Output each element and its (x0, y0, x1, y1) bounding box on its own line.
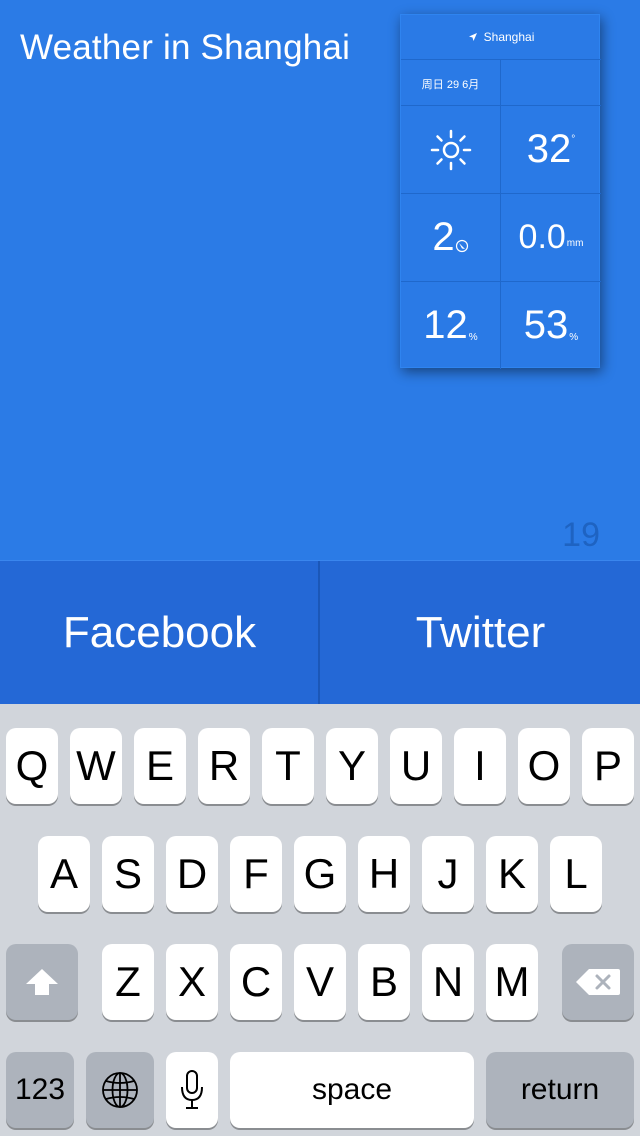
space-key[interactable]: space (230, 1052, 474, 1128)
key-g[interactable]: G (294, 836, 346, 912)
key-a[interactable]: A (38, 836, 90, 912)
return-key[interactable]: return (486, 1052, 634, 1128)
wind-speed-value: 2 (432, 215, 455, 259)
globe-icon (102, 1072, 138, 1108)
key-j[interactable]: J (422, 836, 474, 912)
twitter-button[interactable]: Twitter (321, 561, 640, 705)
key-h[interactable]: H (358, 836, 410, 912)
humidity-cell: 53 % (501, 282, 601, 369)
globe-key[interactable] (86, 1052, 154, 1128)
weather-date: 周日 29 6月 (421, 79, 480, 91)
key-u[interactable]: U (390, 728, 442, 804)
key-m[interactable]: M (486, 944, 538, 1020)
cloud-cover-unit: % (468, 332, 478, 343)
humidity-unit: % (569, 332, 579, 343)
key-l[interactable]: L (550, 836, 602, 912)
service-divider (318, 561, 320, 705)
precipitation-unit: mm (566, 238, 584, 249)
weather-condition (401, 106, 500, 193)
numbers-key[interactable]: 123 (6, 1052, 74, 1128)
weather-grid: 周日 29 6月 32 ° 2 0.0 mm 12 % 53 % (401, 60, 601, 369)
humidity-value: 53 (523, 303, 569, 347)
cloud-cover-value: 12 (423, 303, 468, 347)
key-t[interactable]: T (262, 728, 314, 804)
key-f[interactable]: F (230, 836, 282, 912)
key-q[interactable]: Q (6, 728, 58, 804)
precipitation-cell: 0.0 mm (501, 194, 601, 281)
wind-cell: 2 (401, 194, 500, 281)
cloud-cover-cell: 12 % (401, 282, 500, 369)
key-v[interactable]: V (294, 944, 346, 1020)
key-r[interactable]: R (198, 728, 250, 804)
key-s[interactable]: S (102, 836, 154, 912)
key-i[interactable]: I (454, 728, 506, 804)
shift-key[interactable] (6, 944, 78, 1020)
compose-area[interactable]: Weather in Shanghai Shanghai 周日 29 6月 32… (0, 0, 640, 560)
microphone-icon (181, 1070, 203, 1109)
keyboard: Q W E R T Y U I O P A S D F G H J K L Z … (0, 704, 640, 1136)
weather-location: Shanghai (483, 30, 535, 44)
key-p[interactable]: P (582, 728, 634, 804)
compose-text[interactable]: Weather in Shanghai (20, 28, 350, 68)
key-w[interactable]: W (70, 728, 122, 804)
delete-key[interactable] (562, 944, 634, 1020)
key-o[interactable]: O (518, 728, 570, 804)
dictation-key[interactable] (166, 1052, 218, 1128)
shift-arrow-icon (26, 969, 58, 995)
facebook-button[interactable]: Facebook (0, 561, 319, 705)
key-d[interactable]: D (166, 836, 218, 912)
key-c[interactable]: C (230, 944, 282, 1020)
weather-card-header: Shanghai (401, 15, 601, 60)
temperature-cell: 32 ° (501, 106, 601, 193)
key-x[interactable]: X (166, 944, 218, 1020)
key-y[interactable]: Y (326, 728, 378, 804)
key-e[interactable]: E (134, 728, 186, 804)
wind-direction-icon (455, 239, 468, 253)
precipitation-value: 0.0 (518, 218, 566, 256)
key-b[interactable]: B (358, 944, 410, 1020)
backspace-icon (576, 969, 620, 995)
location-arrow-icon (468, 33, 477, 41)
character-count: 19 (562, 516, 600, 554)
temperature-unit: ° (571, 134, 576, 145)
share-service-bar: Facebook Twitter (0, 560, 640, 705)
weather-card: Shanghai 周日 29 6月 32 ° 2 0.0 mm 12 % 53 … (400, 14, 601, 369)
temperature-value: 32 (526, 127, 572, 171)
key-k[interactable]: K (486, 836, 538, 912)
sun-icon (430, 129, 471, 170)
key-n[interactable]: N (422, 944, 474, 1020)
key-z[interactable]: Z (102, 944, 154, 1020)
